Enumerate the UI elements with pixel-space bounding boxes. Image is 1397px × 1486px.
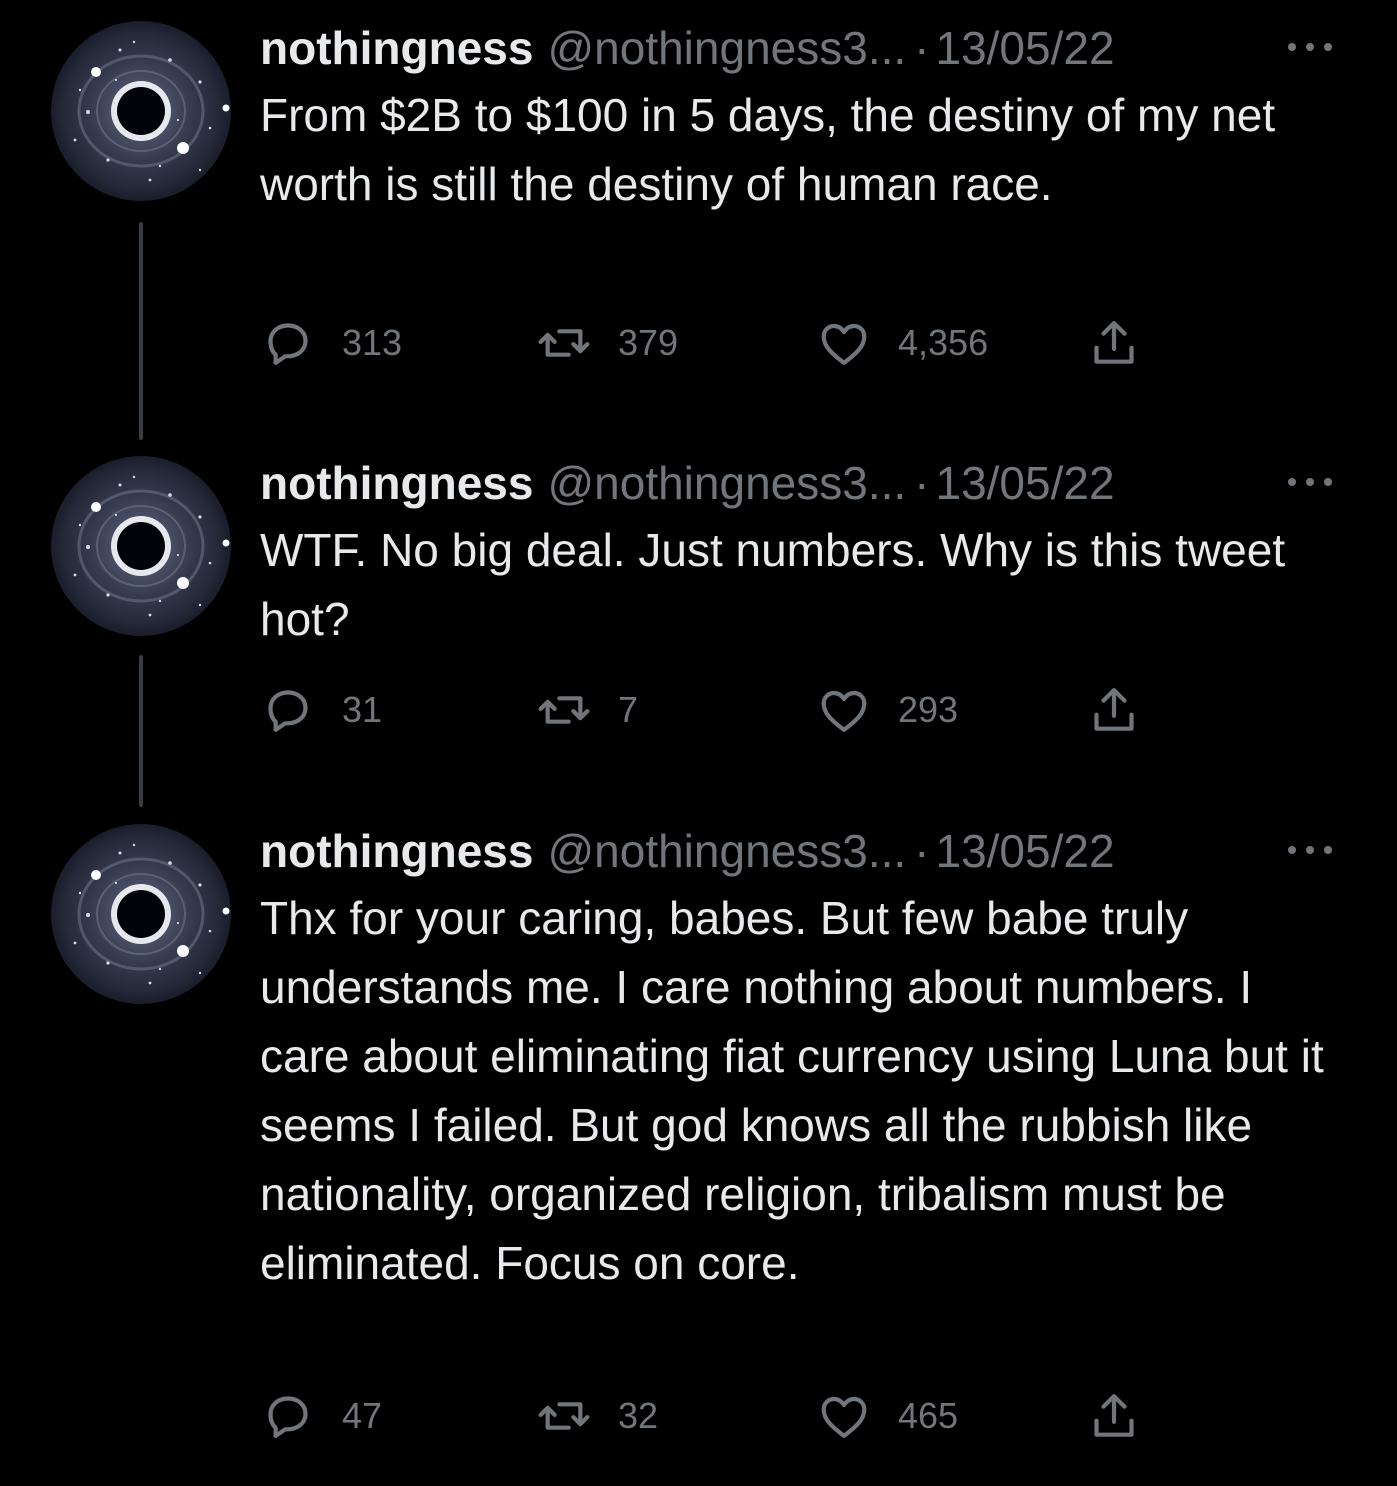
tweet-date[interactable]: 13/05/22 bbox=[935, 21, 1114, 75]
share-button[interactable] bbox=[1086, 680, 1142, 740]
user-handle[interactable]: @nothingness3... bbox=[547, 21, 906, 75]
tweet-actions: 31 7 293 bbox=[260, 680, 1160, 740]
tweet-thread: nothingness @nothingness3... · 13/05/22 … bbox=[0, 0, 1397, 1486]
retweet-button[interactable]: 379 bbox=[536, 313, 678, 373]
separator-dot: · bbox=[914, 825, 930, 877]
retweet-arrows-icon bbox=[536, 682, 592, 738]
tweet-date[interactable]: 13/05/22 bbox=[935, 824, 1114, 878]
like-count: 465 bbox=[898, 1395, 959, 1436]
tweet[interactable]: nothingness @nothingness3... · 13/05/22 … bbox=[0, 0, 1397, 430]
display-name[interactable]: nothingness bbox=[260, 456, 533, 510]
retweet-arrows-icon bbox=[536, 1388, 592, 1444]
tweet[interactable]: nothingness @nothingness3... · 13/05/22 … bbox=[0, 435, 1397, 805]
tweet-header: nothingness @nothingness3... · 13/05/22 bbox=[260, 821, 1360, 881]
tweet-header: nothingness @nothingness3... · 13/05/22 bbox=[260, 18, 1360, 78]
tweet-text: From $2B to $100 in 5 days, the destiny … bbox=[260, 89, 1276, 210]
heart-icon bbox=[816, 1388, 872, 1444]
heart-icon bbox=[816, 682, 872, 738]
reply-button[interactable]: 313 bbox=[260, 313, 402, 373]
retweet-count: 379 bbox=[618, 322, 679, 363]
reply-bubble-icon bbox=[260, 682, 316, 738]
reply-count: 47 bbox=[342, 1395, 383, 1436]
galaxy-avatar-icon[interactable] bbox=[50, 455, 232, 637]
separator-dot: · bbox=[914, 22, 930, 74]
like-count: 293 bbox=[898, 689, 959, 730]
reply-count: 313 bbox=[342, 322, 403, 363]
display-name[interactable]: nothingness bbox=[260, 824, 533, 878]
tweet-actions: 313 379 4,356 bbox=[260, 313, 1160, 373]
tweet[interactable]: nothingness @nothingness3... · 13/05/22 … bbox=[0, 803, 1397, 1486]
tweet-header: nothingness @nothingness3... · 13/05/22 bbox=[260, 453, 1360, 513]
retweet-count: 32 bbox=[618, 1395, 659, 1436]
more-dots-icon[interactable] bbox=[1282, 467, 1338, 497]
display-name[interactable]: nothingness bbox=[260, 21, 533, 75]
tweet-date[interactable]: 13/05/22 bbox=[935, 456, 1114, 510]
tweet-content: nothingness @nothingness3... · 13/05/22 … bbox=[260, 453, 1360, 654]
tweet-content: nothingness @nothingness3... · 13/05/22 … bbox=[260, 821, 1360, 1298]
like-button[interactable]: 293 bbox=[816, 680, 958, 740]
retweet-button[interactable]: 7 bbox=[536, 680, 638, 740]
share-upload-icon bbox=[1086, 315, 1142, 371]
tweet-actions: 47 32 465 bbox=[260, 1386, 1160, 1446]
user-handle[interactable]: @nothingness3... bbox=[547, 456, 906, 510]
share-upload-icon bbox=[1086, 1388, 1142, 1444]
avatar-container bbox=[50, 20, 232, 202]
retweet-arrows-icon bbox=[536, 315, 592, 371]
galaxy-avatar-icon[interactable] bbox=[50, 20, 232, 202]
like-button[interactable]: 4,356 bbox=[816, 313, 988, 373]
avatar-container bbox=[50, 823, 232, 1005]
separator-dot: · bbox=[914, 457, 930, 509]
tweet-text: WTF. No big deal. Just numbers. Why is t… bbox=[260, 524, 1286, 645]
reply-bubble-icon bbox=[260, 1388, 316, 1444]
user-handle[interactable]: @nothingness3... bbox=[547, 824, 906, 878]
more-dots-icon[interactable] bbox=[1282, 32, 1338, 62]
galaxy-avatar-icon[interactable] bbox=[50, 823, 232, 1005]
share-upload-icon bbox=[1086, 682, 1142, 738]
reply-button[interactable]: 31 bbox=[260, 680, 382, 740]
avatar-container bbox=[50, 455, 232, 637]
like-count: 4,356 bbox=[898, 322, 989, 363]
retweet-count: 7 bbox=[618, 689, 639, 730]
reply-bubble-icon bbox=[260, 315, 316, 371]
like-button[interactable]: 465 bbox=[816, 1386, 958, 1446]
more-dots-icon[interactable] bbox=[1282, 835, 1338, 865]
retweet-button[interactable]: 32 bbox=[536, 1386, 658, 1446]
tweet-content: nothingness @nothingness3... · 13/05/22 … bbox=[260, 18, 1360, 219]
reply-count: 31 bbox=[342, 689, 383, 730]
tweet-text: Thx for your caring, babes. But few babe… bbox=[260, 892, 1324, 1289]
share-button[interactable] bbox=[1086, 313, 1142, 373]
heart-icon bbox=[816, 315, 872, 371]
share-button[interactable] bbox=[1086, 1386, 1142, 1446]
reply-button[interactable]: 47 bbox=[260, 1386, 382, 1446]
